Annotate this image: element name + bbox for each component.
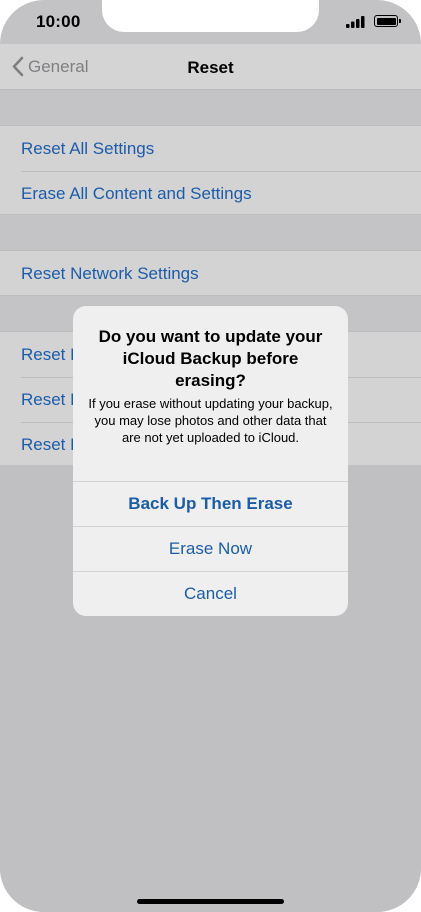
home-indicator[interactable] [137,899,284,904]
reset-all-settings-row[interactable]: Reset All Settings [0,126,421,171]
phone-frame: 10:00 General Reset Reset All Settings E… [0,0,421,912]
signal-icon [346,16,365,28]
section-gap [0,215,421,250]
screen: 10:00 General Reset Reset All Settings E… [0,0,421,912]
erase-now-button[interactable]: Erase Now [73,526,348,571]
settings-group-2: Reset Network Settings [0,250,421,296]
alert-title: Do you want to update your iCloud Backup… [98,327,323,390]
settings-group-1: Reset All Settings Erase All Content and… [0,125,421,215]
alert-message: If you erase without updating your backu… [88,396,333,445]
status-bar: 10:00 [0,0,421,44]
alert-dialog: Do you want to update your iCloud Backup… [73,306,348,616]
navigation-bar: General Reset [0,44,421,90]
reset-network-settings-row[interactable]: Reset Network Settings [0,251,421,296]
erase-all-content-row[interactable]: Erase All Content and Settings [0,171,421,216]
page-title: Reset [187,58,234,77]
back-up-then-erase-button[interactable]: Back Up Then Erase [73,481,348,526]
cancel-button[interactable]: Cancel [73,571,348,616]
status-time: 10:00 [36,12,81,31]
battery-icon [374,15,401,27]
notch [102,0,319,32]
section-gap [0,90,421,125]
